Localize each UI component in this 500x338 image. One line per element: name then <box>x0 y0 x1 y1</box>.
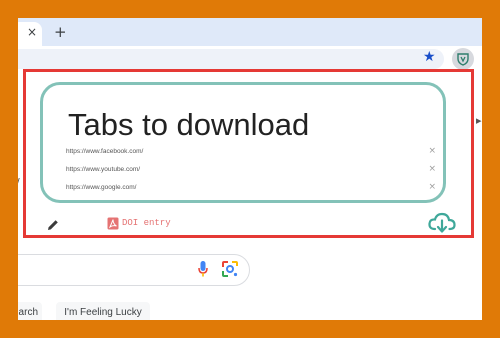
address-bar[interactable] <box>18 49 444 69</box>
tabs-card: Tabs to download https://www.facebook.co… <box>40 82 446 203</box>
doi-entry-label: DOI entry <box>122 218 171 228</box>
microphone-icon[interactable] <box>198 261 208 277</box>
google-lens-icon[interactable] <box>221 260 239 278</box>
tab-row: https://www.facebook.com/ × <box>66 145 436 161</box>
tab-strip: × + <box>18 18 482 46</box>
cloud-download-icon[interactable] <box>428 212 456 234</box>
feeling-lucky-button[interactable]: I'm Feeling Lucky <box>56 302 150 320</box>
tab-row: https://www.youtube.com/ × <box>66 163 436 179</box>
tab-row: https://www.google.com/ × <box>66 181 436 197</box>
pdf-icon <box>107 217 119 230</box>
google-search-box[interactable] <box>18 254 250 286</box>
tab-url: https://www.youtube.com/ <box>66 166 141 173</box>
tab-close-icon[interactable]: × <box>27 25 37 39</box>
pencil-icon[interactable] <box>47 219 59 231</box>
popup-title: Tabs to download <box>68 107 310 142</box>
google-search-button[interactable]: arch <box>18 302 42 320</box>
remove-tab-icon[interactable]: × <box>428 163 436 175</box>
page-edge-text: / <box>18 176 20 189</box>
remove-tab-icon[interactable]: × <box>428 181 436 193</box>
page-edge-arrow: ▸ <box>476 114 482 127</box>
remove-tab-icon[interactable]: × <box>428 145 436 157</box>
active-tab[interactable]: × <box>18 22 42 46</box>
tab-url: https://www.google.com/ <box>66 184 137 191</box>
tab-url: https://www.facebook.com/ <box>66 148 144 155</box>
extension-shield-icon <box>457 53 469 66</box>
extension-popup: Tabs to download https://www.facebook.co… <box>23 69 474 238</box>
extension-button[interactable] <box>452 48 474 70</box>
new-tab-button[interactable]: + <box>54 23 67 41</box>
bookmark-star-icon[interactable]: ★ <box>423 49 436 65</box>
